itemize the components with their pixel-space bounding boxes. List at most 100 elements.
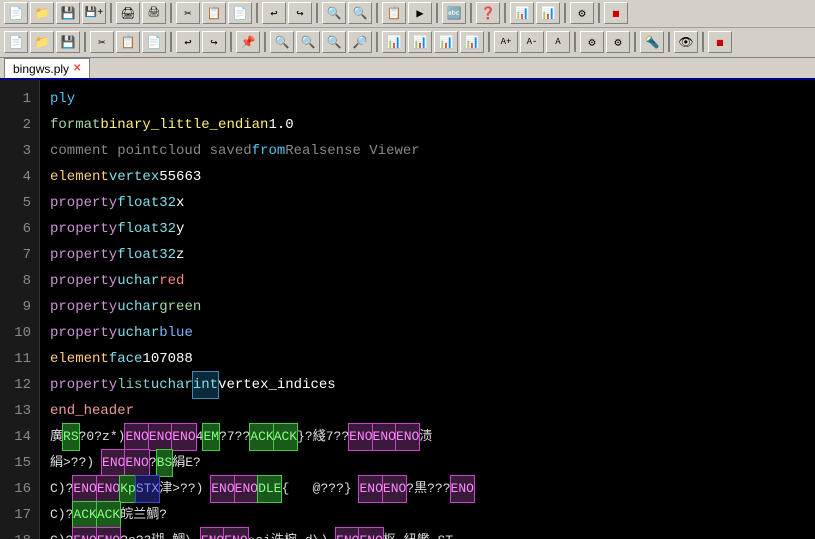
line8-val: red [159, 268, 184, 294]
pin-btn[interactable]: 📌 [236, 31, 260, 53]
sep1 [110, 3, 112, 23]
tab-bingws[interactable]: bingws.ply ✕ [4, 58, 90, 78]
copy-btn[interactable]: 📋 [202, 2, 226, 24]
find-btn[interactable]: 🔍 [322, 2, 346, 24]
print-btn[interactable]: 🖨 [116, 2, 140, 24]
restore-btn[interactable]: A [546, 31, 570, 53]
stop2-btn[interactable]: ◼ [708, 31, 732, 53]
line5-type: float32 [117, 190, 176, 216]
line-num-14: 14 [8, 424, 31, 450]
editor[interactable]: 1 2 3 4 5 6 7 8 9 10 11 12 13 14 15 16 1… [0, 80, 815, 539]
sep12 [170, 32, 172, 52]
code-lines[interactable]: ply format binary_little_endian 1.0 comm… [40, 80, 815, 539]
find2-btn[interactable]: 🔍 [348, 2, 372, 24]
open-btn[interactable]: 📁 [30, 2, 54, 24]
line18-text4: 枢~紐艦–ST [383, 528, 453, 539]
macro-btn[interactable]: 📋 [382, 2, 406, 24]
chart4-btn[interactable]: 📊 [408, 31, 432, 53]
line14-text6: 渍 [419, 424, 432, 450]
tab-bar: bingws.ply ✕ [0, 58, 815, 80]
line4-kw: element [50, 164, 109, 190]
line14-em: EM [203, 424, 219, 450]
print2-btn[interactable]: 🖨 [142, 2, 166, 24]
lang-btn[interactable]: 🔤 [442, 2, 466, 24]
line15-text3: 絹E? [172, 450, 201, 476]
font2-btn[interactable]: A- [520, 31, 544, 53]
code-line-15: 絹>??) ENO ENO ? BS 絹E? [50, 450, 805, 476]
line14-text5: }?綫7?? [297, 424, 349, 450]
line-num-11: 11 [8, 346, 31, 372]
line18-eno3: ENO [201, 528, 224, 539]
undo-btn[interactable]: ↩ [262, 2, 286, 24]
line3-from: from [252, 138, 286, 164]
line18-eno6: ENO [359, 528, 382, 539]
sep18 [634, 32, 636, 52]
line18-eno5: ENO [336, 528, 359, 539]
macro2-btn[interactable]: ▶ [408, 2, 432, 24]
redo-btn[interactable]: ↪ [288, 2, 312, 24]
undo2-btn[interactable]: ↩ [176, 31, 200, 53]
line-num-9: 9 [8, 294, 31, 320]
code-line-5: property float32 x [50, 190, 805, 216]
open2-btn[interactable]: 📁 [30, 31, 54, 53]
redo2-btn[interactable]: ↪ [202, 31, 226, 53]
new-btn[interactable]: 📄 [4, 2, 28, 24]
code-line-3: comment pointcloud saved from Realsense … [50, 138, 805, 164]
line-num-4: 4 [8, 164, 31, 190]
save-all-btn[interactable]: 💾+ [82, 2, 106, 24]
tab-close-icon[interactable]: ✕ [73, 63, 81, 74]
line11-val: 107088 [142, 346, 192, 372]
view-btn[interactable]: 👁 [674, 31, 698, 53]
line14-text4: ?7?? [219, 424, 250, 450]
cut2-btn[interactable]: ✂ [90, 31, 114, 53]
code-line-14: 廣 RS ?0?z*) ENO ENO ENO 4 EM ?7?? ACK AC… [50, 424, 805, 450]
line16-eno3: ENO [211, 476, 234, 502]
search2-btn[interactable]: 🔍 [296, 31, 320, 53]
line18-eno4: ENO [224, 528, 247, 539]
line15-eno2: ENO [125, 450, 148, 476]
line14-eno3: ENO [172, 424, 195, 450]
chart1-btn[interactable]: 📊 [510, 2, 534, 24]
line16-stx: STX [136, 476, 159, 502]
chart3-btn[interactable]: 📊 [382, 31, 406, 53]
sep7 [470, 3, 472, 23]
copy2-btn[interactable]: 📋 [116, 31, 140, 53]
stop-btn[interactable]: ◼ [604, 2, 628, 24]
settings2-btn[interactable]: ⚙ [580, 31, 604, 53]
line3-rest: Realsense Viewer [285, 138, 419, 164]
line14-text3: 4 [196, 424, 204, 450]
line17-text1: C)? [50, 502, 73, 528]
line-num-18: 18 [8, 528, 31, 539]
search1-btn[interactable]: 🔍 [270, 31, 294, 53]
chart6-btn[interactable]: 📊 [460, 31, 484, 53]
toolbar: 📄 📁 💾 💾+ 🖨 🖨 ✂ 📋 📄 ↩ ↪ 🔍 🔍 📋 ▶ 🔤 ❓ 📊 📊 ⚙… [0, 0, 815, 58]
paste-btn[interactable]: 📄 [228, 2, 252, 24]
line16-eno6: ENO [383, 476, 406, 502]
line14-text1: 廣 [50, 424, 63, 450]
line16-text3: { @???} [281, 476, 359, 502]
settings-btn[interactable]: ⚙ [570, 2, 594, 24]
new2-btn[interactable]: 📄 [4, 31, 28, 53]
settings3-btn[interactable]: ⚙ [606, 31, 630, 53]
line-num-12: 12 [8, 372, 31, 398]
code-line-11: element face 107088 [50, 346, 805, 372]
code-line-17: C)? ACK ACK 皖兰鯛? [50, 502, 805, 528]
line5-val: x [176, 190, 184, 216]
cut-btn[interactable]: ✂ [176, 2, 200, 24]
chart5-btn[interactable]: 📊 [434, 31, 458, 53]
search3-btn[interactable]: 🔍 [322, 31, 346, 53]
font1-btn[interactable]: A+ [494, 31, 518, 53]
line-num-7: 7 [8, 242, 31, 268]
highlight-btn[interactable]: 🔦 [640, 31, 664, 53]
help-btn[interactable]: ❓ [476, 2, 500, 24]
zoom-btn[interactable]: 🔎 [348, 31, 372, 53]
line8-kw: property [50, 268, 117, 294]
save2-btn[interactable]: 💾 [56, 31, 80, 53]
chart2-btn[interactable]: 📊 [536, 2, 560, 24]
line16-eno5: ENO [359, 476, 382, 502]
line16-eno4: ENO [235, 476, 258, 502]
line-num-5: 5 [8, 190, 31, 216]
line-num-17: 17 [8, 502, 31, 528]
save-btn[interactable]: 💾 [56, 2, 80, 24]
paste2-btn[interactable]: 📄 [142, 31, 166, 53]
